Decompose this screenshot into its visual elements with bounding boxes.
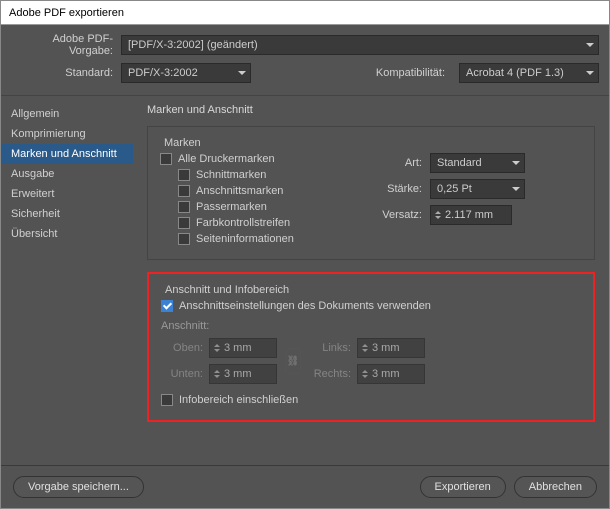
include-slug-checkbox[interactable]: Infobereich einschließen: [161, 394, 581, 406]
use-doc-bleed-checkbox[interactable]: Anschnittseinstellungen des Dokuments ve…: [161, 300, 581, 312]
window-title: Adobe PDF exportieren: [9, 7, 124, 19]
bleed-group: Anschnitt und Infobereich Anschnittseins…: [147, 272, 595, 422]
bleed-bottom-input[interactable]: 3 mm: [209, 364, 277, 384]
main-panel: Marken und Anschnitt Marken Alle Drucker…: [133, 96, 609, 465]
sidebar-item-general[interactable]: Allgemein: [1, 104, 133, 124]
mark-weight-label: Stärke:: [372, 183, 430, 195]
standard-select[interactable]: PDF/X-3:2002: [121, 63, 251, 83]
chevron-down-icon: [586, 71, 594, 75]
preset-label: Adobe PDF-Vorgabe:: [11, 33, 121, 57]
bleed-right-input[interactable]: 3 mm: [357, 364, 425, 384]
footer: Vorgabe speichern... Exportieren Abbrech…: [1, 465, 609, 508]
standard-label: Standard:: [11, 67, 121, 79]
mark-type-label: Art:: [372, 157, 430, 169]
sidebar-item-output[interactable]: Ausgabe: [1, 164, 133, 184]
crop-marks-checkbox[interactable]: Schnittmarken: [178, 169, 352, 181]
bleed-right-label: Rechts:: [309, 368, 357, 380]
export-pdf-dialog: Adobe PDF exportieren Adobe PDF-Vorgabe:…: [0, 0, 610, 509]
bleed-group-title: Anschnitt und Infobereich: [161, 284, 581, 296]
page-heading: Marken und Anschnitt: [147, 104, 595, 116]
chevron-down-icon: [512, 187, 520, 191]
sidebar: Allgemein Komprimierung Marken und Ansch…: [1, 96, 133, 465]
sidebar-item-summary[interactable]: Übersicht: [1, 224, 133, 244]
chevron-down-icon: [238, 71, 246, 75]
bleed-top-input[interactable]: 3 mm: [209, 338, 277, 358]
bleed-top-label: Oben:: [161, 342, 209, 354]
marks-group: Marken Alle Druckermarken Schnittmarken …: [147, 126, 595, 260]
mark-offset-input[interactable]: 2.117 mm: [430, 205, 512, 225]
color-bars-checkbox[interactable]: Farbkontrollstreifen: [178, 217, 352, 229]
bleed-left-label: Links:: [309, 342, 357, 354]
mark-offset-label: Versatz:: [372, 209, 430, 221]
save-preset-button[interactable]: Vorgabe speichern...: [13, 476, 144, 498]
top-options: Adobe PDF-Vorgabe: [PDF/X-3:2002] (geänd…: [1, 25, 609, 96]
chevron-down-icon: [586, 43, 594, 47]
chevron-down-icon: [512, 161, 520, 165]
all-marks-checkbox[interactable]: Alle Druckermarken: [160, 153, 352, 165]
titlebar: Adobe PDF exportieren: [1, 1, 609, 25]
link-icon[interactable]: ⛓: [285, 348, 301, 374]
page-info-checkbox[interactable]: Seiteninformationen: [178, 233, 352, 245]
mark-type-select[interactable]: Standard: [430, 153, 525, 173]
sidebar-item-advanced[interactable]: Erweitert: [1, 184, 133, 204]
bleed-left-input[interactable]: 3 mm: [357, 338, 425, 358]
marks-group-title: Marken: [160, 137, 582, 149]
export-button[interactable]: Exportieren: [420, 476, 506, 498]
sidebar-item-compression[interactable]: Komprimierung: [1, 124, 133, 144]
sidebar-item-marks-bleed[interactable]: Marken und Anschnitt: [1, 144, 133, 164]
compat-select[interactable]: Acrobat 4 (PDF 1.3): [459, 63, 599, 83]
bleed-bottom-label: Unten:: [161, 368, 209, 380]
registration-marks-checkbox[interactable]: Passermarken: [178, 201, 352, 213]
bleed-subheading: Anschnitt:: [161, 320, 581, 332]
cancel-button[interactable]: Abbrechen: [514, 476, 597, 498]
bleed-marks-checkbox[interactable]: Anschnittsmarken: [178, 185, 352, 197]
compat-label: Kompatibilität:: [376, 67, 453, 79]
preset-select[interactable]: [PDF/X-3:2002] (geändert): [121, 35, 599, 55]
sidebar-item-security[interactable]: Sicherheit: [1, 204, 133, 224]
mark-weight-select[interactable]: 0,25 Pt: [430, 179, 525, 199]
